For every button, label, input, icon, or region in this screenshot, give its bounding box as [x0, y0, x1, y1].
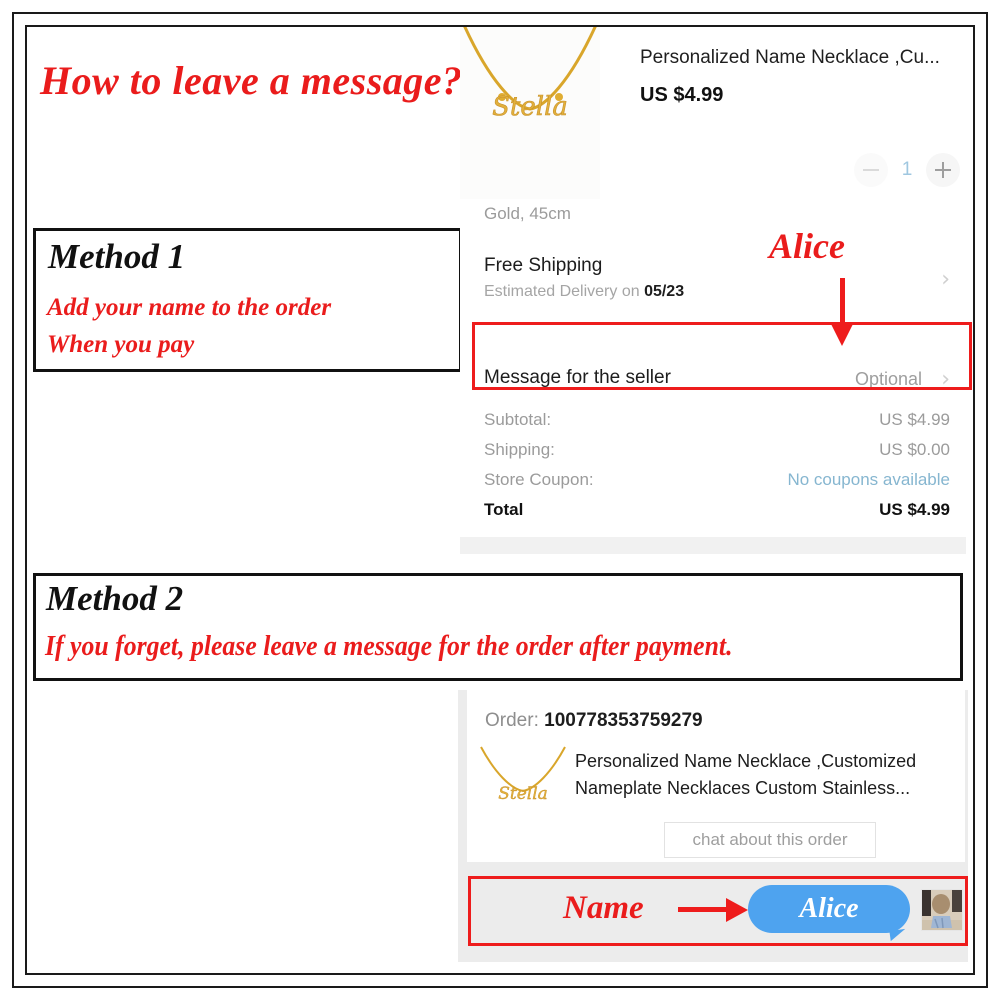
- order-product-description: Personalized Name Necklace ,Customized N…: [575, 751, 917, 798]
- chevron-right-icon[interactable]: ›: [941, 267, 950, 292]
- quantity-decrease-button[interactable]: [854, 153, 888, 187]
- shipping-estimate-date: 05/23: [644, 283, 685, 300]
- total-row-value: US $4.99: [879, 410, 950, 429]
- product-price: US $4.99: [640, 84, 724, 106]
- order-number: 100778353759279: [544, 710, 703, 731]
- plus-icon-vertical: [942, 162, 944, 178]
- right-arrow-icon: [678, 898, 750, 922]
- total-row: Shipping: US $0.00: [484, 440, 950, 470]
- order-totals: Subtotal: US $4.99 Shipping: US $0.00 St…: [484, 410, 950, 530]
- chat-about-this-order-button[interactable]: chat about this order: [664, 822, 876, 858]
- total-row: Total US $4.99: [484, 500, 950, 530]
- product-image: Stella: [460, 27, 600, 199]
- avatar: [921, 889, 963, 931]
- method-1-line-2: When you pay: [47, 331, 195, 358]
- avatar-photo: [922, 890, 962, 930]
- total-row-value: US $0.00: [879, 440, 950, 459]
- total-row-label: Total: [484, 500, 524, 519]
- necklace-illustration: Stella: [463, 27, 597, 122]
- shipping-estimate-prefix: Estimated Delivery on: [484, 283, 645, 300]
- message-row-highlight: [472, 322, 972, 390]
- chat-message-bubble: Alice: [748, 885, 910, 933]
- svg-text:Stella: Stella: [492, 92, 568, 122]
- method-2-box: Method 2 If you forget, please leave a m…: [33, 573, 963, 681]
- product-title: Personalized Name Necklace ,Cu...: [640, 47, 940, 68]
- shipping-row[interactable]: Free Shipping Estimated Delivery on 05/2…: [484, 255, 950, 301]
- order-label: Order:: [485, 710, 545, 731]
- quantity-value: 1: [901, 159, 913, 180]
- checkout-summary-panel: Stella Personalized Name Necklace ,Cu...…: [460, 27, 972, 555]
- arrow-head: [726, 898, 748, 922]
- panel-bottom-band: [460, 537, 966, 554]
- shipping-estimate: Estimated Delivery on 05/23: [484, 283, 950, 301]
- product-variant: Gold, 45cm: [484, 204, 571, 223]
- down-arrow-icon: [831, 278, 853, 348]
- method-2-line-1: If you forget, please leave a message fo…: [45, 631, 733, 662]
- arrow-shaft: [840, 278, 845, 328]
- svg-text:Stella: Stella: [498, 784, 548, 804]
- quantity-increase-button[interactable]: [926, 153, 960, 187]
- page-title: How to leave a message?: [40, 58, 463, 103]
- total-row-label: Store Coupon:: [484, 470, 594, 489]
- method-2-title: Method 2: [46, 579, 184, 618]
- arrow-shaft: [678, 907, 730, 912]
- method-1-box: Method 1 Add your name to the order When…: [33, 228, 462, 372]
- arrow-head: [831, 324, 853, 346]
- alice-annotation: Alice: [769, 226, 845, 266]
- order-card: Order: 100778353759279 Stella Personaliz…: [467, 690, 965, 862]
- name-annotation: Name: [563, 890, 644, 926]
- total-row-value: US $4.99: [879, 500, 950, 519]
- method-1-title: Method 1: [48, 237, 186, 276]
- total-row: Subtotal: US $4.99: [484, 410, 950, 440]
- total-row-label: Subtotal:: [484, 410, 552, 429]
- necklace-illustration: Stella: [480, 746, 566, 804]
- quantity-stepper[interactable]: 1: [854, 153, 960, 187]
- total-row-label: Shipping:: [484, 440, 555, 459]
- method-1-line-1: Add your name to the order: [47, 294, 332, 321]
- shipping-title: Free Shipping: [484, 255, 603, 276]
- order-number-line: Order: 100778353759279: [485, 710, 703, 732]
- store-coupon-value[interactable]: No coupons available: [787, 470, 950, 490]
- order-product-thumbnail: Stella: [475, 745, 575, 817]
- total-row: Store Coupon: No coupons available: [484, 470, 950, 500]
- infographic-page: How to leave a message? Method 1 Add you…: [0, 0, 1000, 1000]
- minus-icon: [863, 169, 879, 171]
